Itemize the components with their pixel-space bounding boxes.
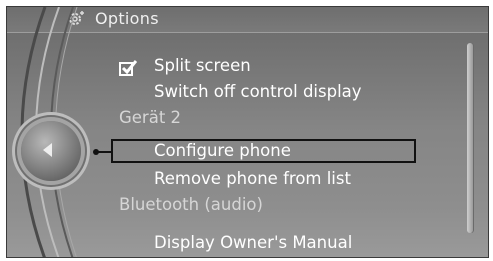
selection-pointer-line xyxy=(98,151,111,153)
controller-knob[interactable] xyxy=(21,121,81,181)
idrive-screen: Options Split screen Switch off control … xyxy=(6,6,489,258)
scrollbar[interactable] xyxy=(467,43,473,233)
controller-left-arrow-icon xyxy=(43,143,52,157)
menu-item-configure-phone[interactable]: Configure phone xyxy=(154,139,291,163)
menu-item-split-screen[interactable]: Split screen xyxy=(154,54,251,78)
menu-item-remove-phone[interactable]: Remove phone from list xyxy=(154,167,351,191)
section-label-device: Gerät 2 xyxy=(119,108,182,127)
menu-item-switch-off-display[interactable]: Switch off control display xyxy=(154,80,362,104)
menu-item-owners-manual[interactable]: Display Owner's Manual xyxy=(154,231,352,255)
split-screen-checkbox-icon[interactable] xyxy=(119,59,137,77)
section-label-bluetooth: Bluetooth (audio) xyxy=(119,195,263,214)
